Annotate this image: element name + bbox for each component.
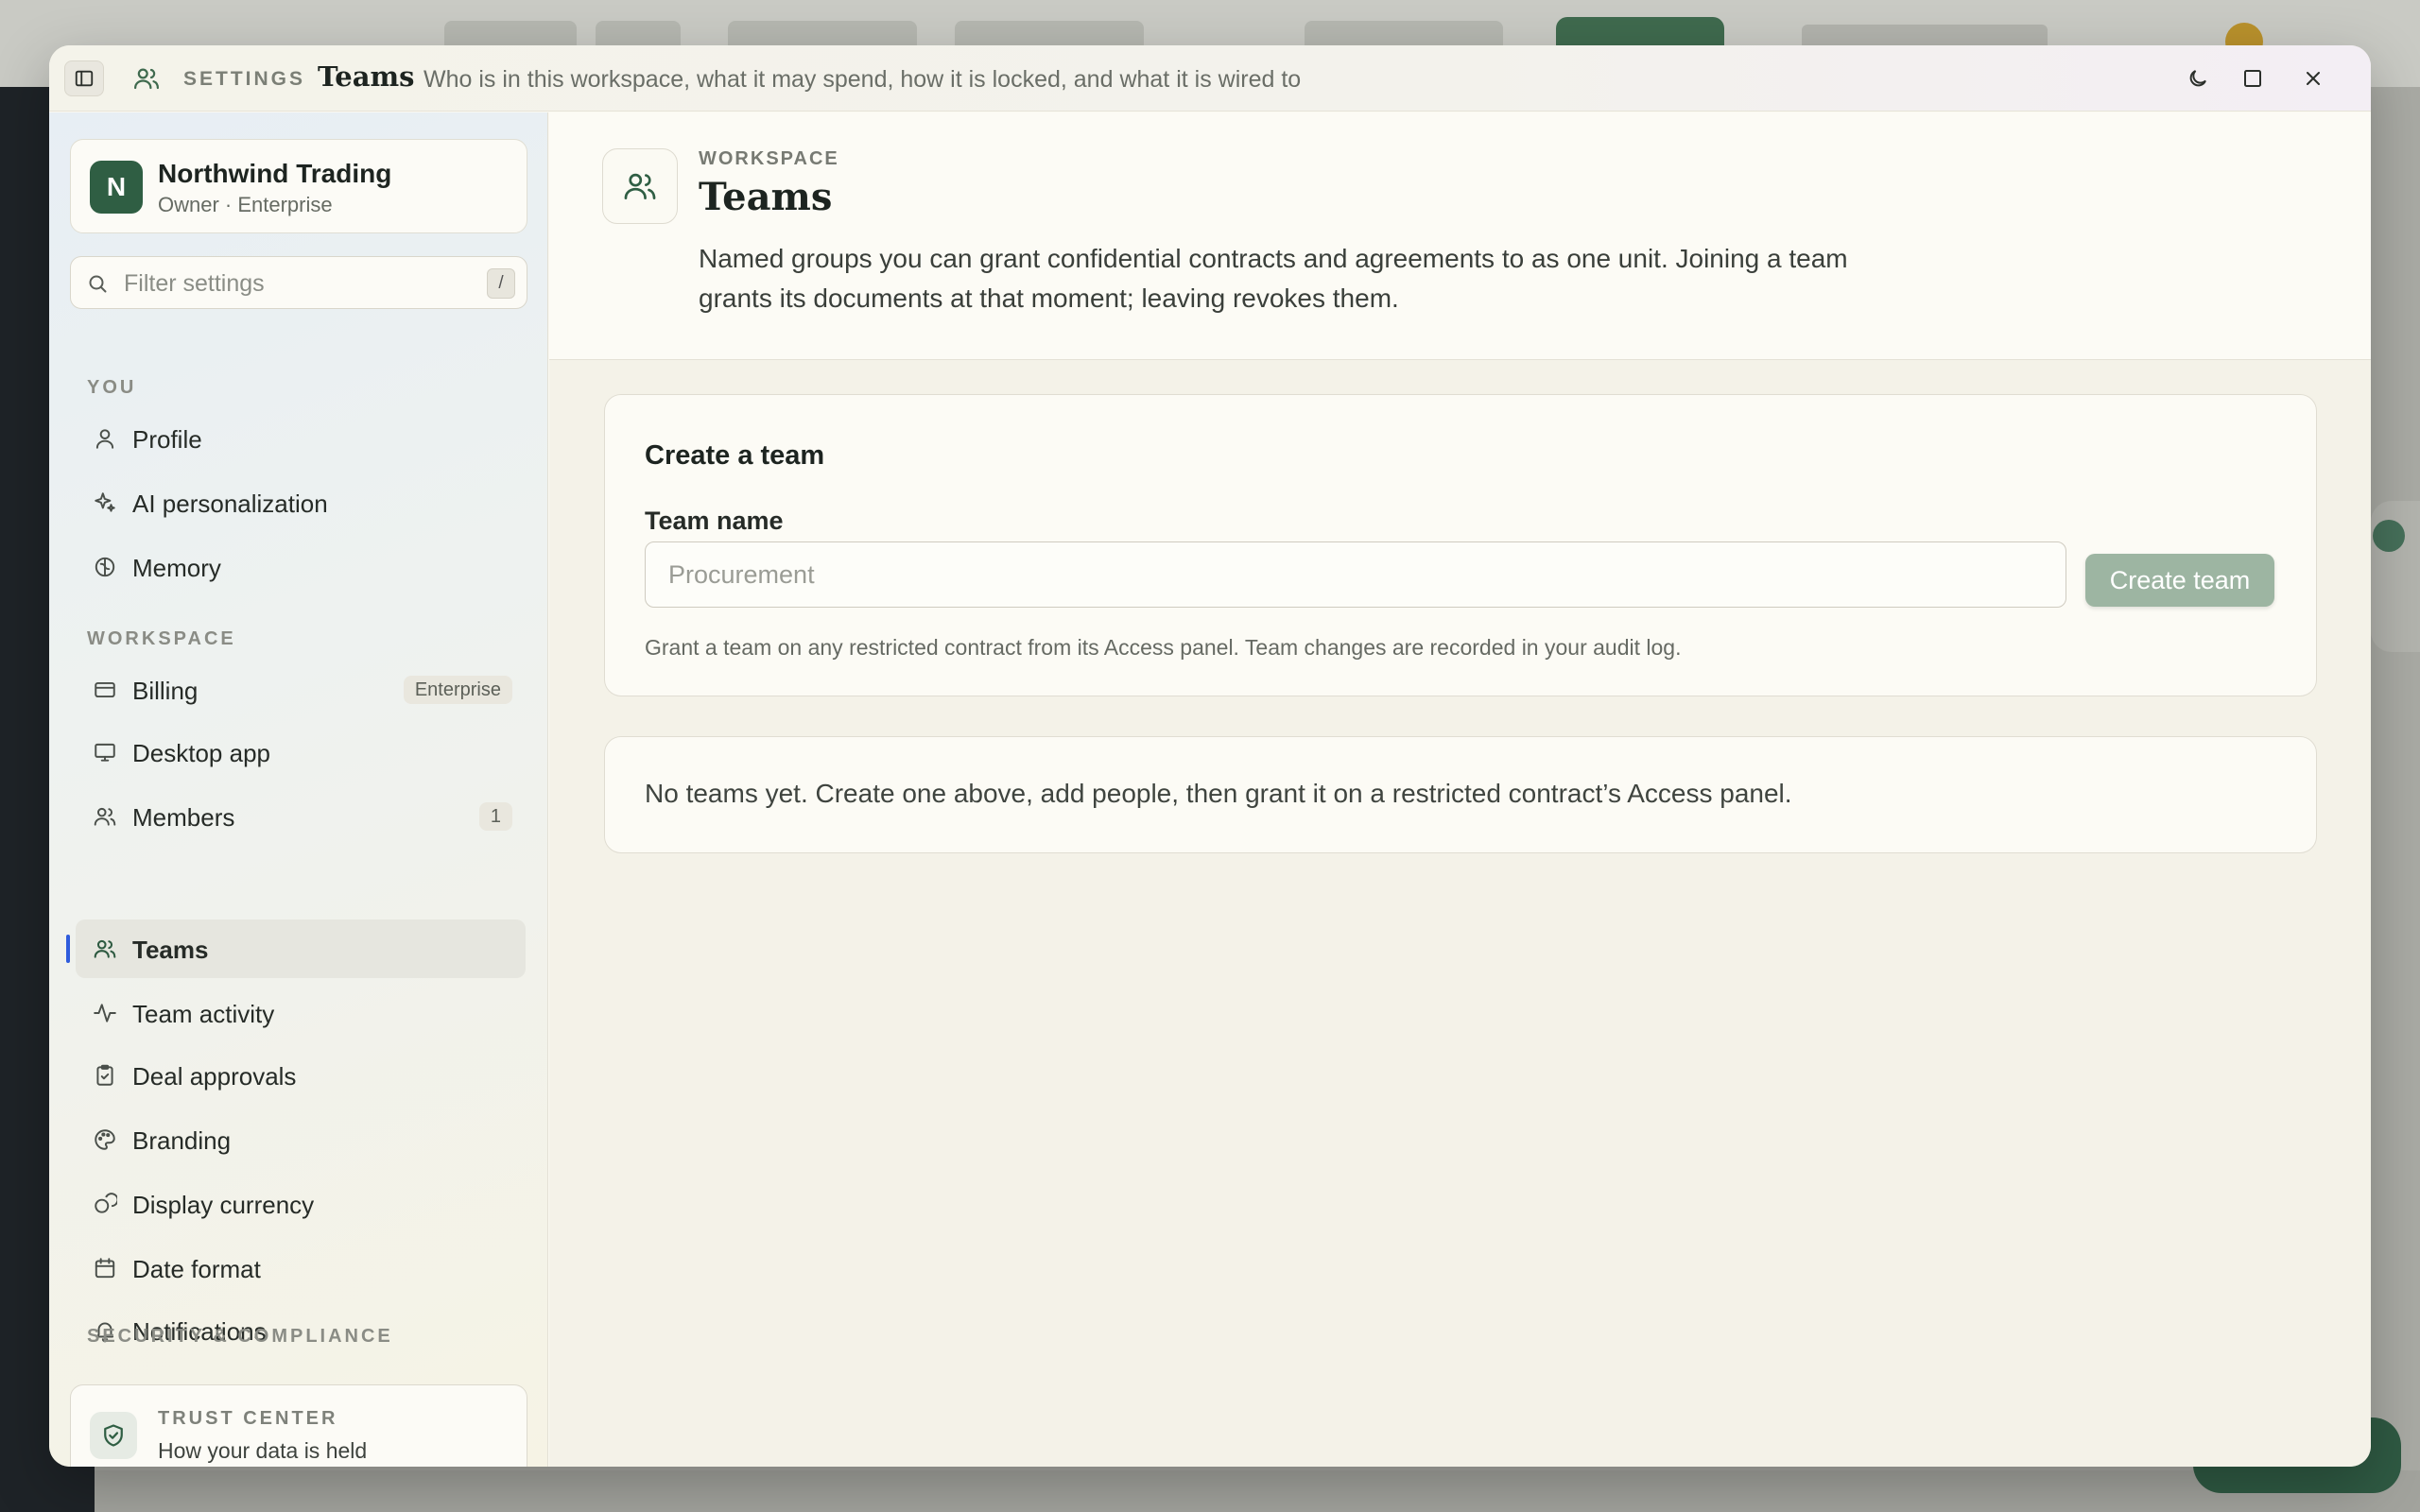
settings-modal: SETTINGS Teams Who is in this workspace,… (49, 45, 2371, 1467)
create-team-hint: Grant a team on any restricted contract … (645, 635, 1682, 660)
sidebar-item-branding[interactable]: Branding (76, 1110, 526, 1169)
search-icon (86, 272, 109, 295)
team-name-input[interactable] (645, 541, 2066, 608)
sidebar-item-label: Memory (132, 554, 221, 582)
section-label-you: YOU (87, 377, 137, 398)
titlebar-subtitle: Who is in this workspace, what it may sp… (424, 66, 1302, 93)
create-team-title: Create a team (645, 440, 825, 471)
sidebar-item-label: Display currency (132, 1191, 315, 1219)
filter-settings-field: / (70, 256, 527, 309)
sidebar-toggle-icon (75, 70, 94, 87)
activity-icon (93, 1001, 117, 1025)
sidebar-item-label: Date format (132, 1255, 261, 1283)
monitor-icon (93, 740, 117, 765)
sidebar-item-label: Billing (132, 677, 199, 705)
sidebar-item-label: Team activity (132, 1000, 275, 1028)
section-label-workspace: WORKSPACE (87, 628, 236, 649)
filter-shortcut-key: / (487, 268, 515, 299)
maximize-icon (2244, 70, 2261, 87)
sidebar-item-memory[interactable]: Memory (76, 538, 526, 596)
settings-sidebar: N Northwind Trading Owner · Enterprise /… (49, 112, 548, 1467)
users-icon (602, 148, 678, 224)
sidebar-item-label: Deal approvals (132, 1062, 297, 1091)
clipboard-check-icon (93, 1063, 117, 1088)
filter-settings-input[interactable] (124, 265, 464, 302)
team-name-label: Team name (645, 507, 784, 535)
close-button[interactable] (2299, 64, 2327, 93)
create-team-button[interactable]: Create team (2085, 554, 2274, 607)
count-badge: 1 (478, 802, 512, 831)
titlebar-title: Teams (318, 60, 415, 93)
modal-titlebar: SETTINGS Teams Who is in this workspace,… (49, 45, 2371, 112)
shield-check-icon (90, 1412, 137, 1459)
page-description: Named groups you can grant confidential … (699, 244, 1848, 313)
user-icon (93, 426, 117, 451)
empty-state-text: No teams yet. Create one above, add peop… (645, 779, 1792, 808)
calendar-icon (93, 1256, 117, 1280)
sidebar-item-label: AI personalization (132, 490, 328, 518)
sidebar-item-team-activity[interactable]: Team activity (76, 984, 526, 1042)
toggle-sidebar-button[interactable] (64, 60, 104, 96)
palette-icon (93, 1127, 117, 1152)
sidebar-item-label: Branding (132, 1126, 232, 1155)
credit-card-icon (93, 678, 117, 702)
sidebar-item-label: Members (132, 803, 235, 832)
sidebar-item-deal-approvals[interactable]: Deal approvals (76, 1046, 526, 1105)
background-bottom-strip (95, 1470, 2420, 1512)
sidebar-item-desktop-app[interactable]: Desktop app (76, 723, 526, 782)
workspace-role: Owner · Enterprise (158, 193, 333, 216)
section-label-security: SECURITY & COMPLIANCE (87, 1326, 393, 1347)
workspace-name: Northwind Trading (158, 159, 392, 188)
sidebar-item-display-currency[interactable]: Display currency (76, 1175, 526, 1233)
titlebar-section: SETTINGS (183, 68, 306, 90)
coins-icon (93, 1192, 117, 1216)
sidebar-item-profile[interactable]: Profile (76, 409, 526, 468)
teams-empty-state: No teams yet. Create one above, add peop… (604, 736, 2317, 853)
page-title: Teams (699, 175, 833, 219)
sidebar-item-billing[interactable]: Billing Enterprise (76, 661, 526, 719)
theme-toggle-button[interactable] (2184, 64, 2212, 93)
plan-badge: Enterprise (403, 676, 512, 704)
trust-center-card[interactable]: TRUST CENTER How your data is held (70, 1384, 527, 1467)
sidebar-item-teams[interactable]: Teams (66, 919, 526, 978)
users-icon (132, 64, 161, 93)
settings-content: WORKSPACE Teams Named groups you can gra… (549, 112, 2371, 1467)
users-icon (93, 804, 117, 829)
sidebar-item-label: Desktop app (132, 739, 270, 767)
background-side-dot (2373, 520, 2405, 552)
maximize-button[interactable] (2238, 64, 2267, 93)
moon-icon (2189, 70, 2206, 87)
sparkle-icon (93, 490, 117, 515)
sidebar-item-members[interactable]: Members 1 (76, 787, 526, 846)
workspace-card[interactable]: N Northwind Trading Owner · Enterprise (70, 139, 527, 233)
sidebar-item-ai-personalization[interactable]: AI personalization (76, 473, 526, 532)
sidebar-item-label: Profile (132, 425, 202, 454)
sidebar-item-label: Teams (132, 936, 209, 964)
workspace-avatar: N (90, 161, 143, 214)
trust-center-title: TRUST CENTER (158, 1408, 338, 1429)
trust-center-subtitle: How your data is held (158, 1438, 368, 1463)
create-team-card: Create a team Team name Create team Gran… (604, 394, 2317, 696)
page-eyebrow: WORKSPACE (699, 148, 839, 169)
page-header: WORKSPACE Teams Named groups you can gra… (549, 112, 2371, 360)
users-icon (93, 936, 117, 961)
brain-icon (93, 555, 117, 579)
sidebar-item-date-format[interactable]: Date format (76, 1239, 526, 1297)
close-icon (2307, 72, 2320, 85)
